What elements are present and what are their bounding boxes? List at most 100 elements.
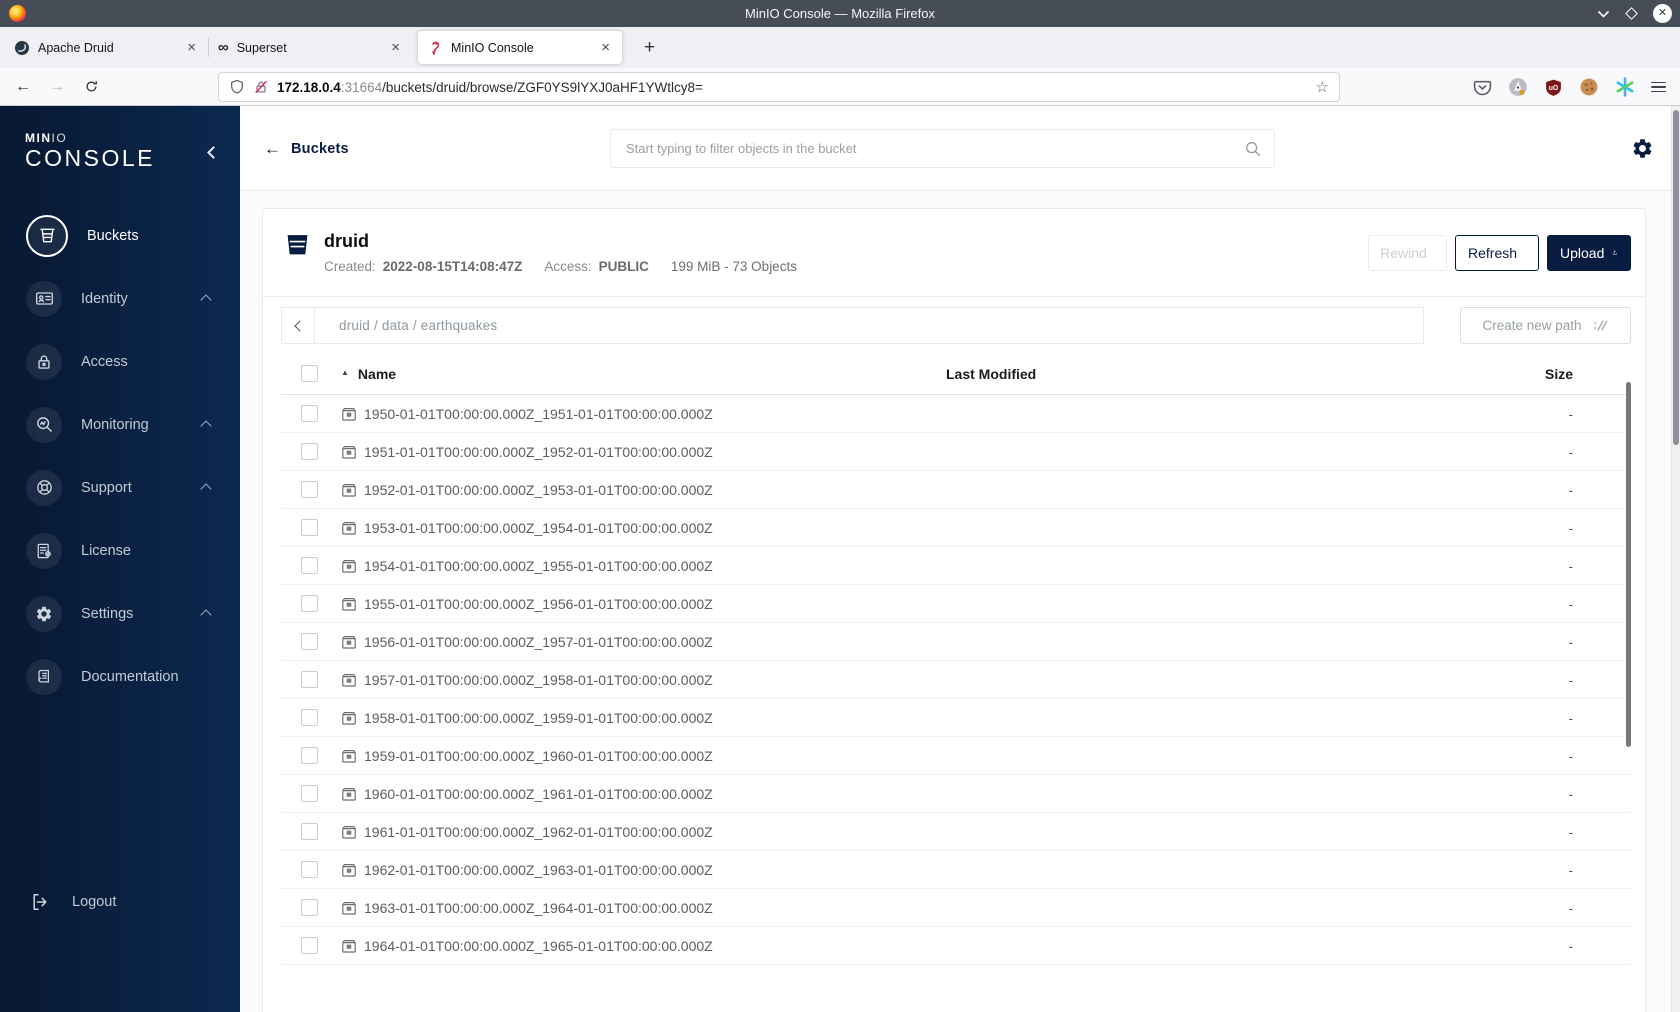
page-scrollbar-thumb[interactable] (1673, 110, 1679, 445)
sidebar-item-label: Access (81, 353, 128, 370)
row-checkbox[interactable] (301, 861, 318, 878)
sidebar-item-label: Buckets (87, 227, 139, 244)
menu-hamburger-icon[interactable] (1651, 81, 1666, 93)
cookie-extension-icon[interactable] (1579, 77, 1599, 97)
sidebar-item-license[interactable]: License (0, 519, 240, 582)
object-name: 1963-01-01T00:00:00.000Z_1964-01-01T00:0… (364, 899, 713, 916)
row-checkbox[interactable] (301, 785, 318, 802)
back-button[interactable]: ← (8, 73, 38, 101)
row-checkbox[interactable] (301, 595, 318, 612)
object-folder-icon (342, 521, 356, 535)
object-folder-icon (342, 597, 356, 611)
window-minimize-icon[interactable] (1597, 10, 1610, 18)
column-header-name[interactable]: ▲ Name (341, 366, 946, 382)
settings-gear-icon[interactable] (1631, 137, 1654, 160)
minio-logo: MINIO CONSOLE (0, 106, 240, 170)
chevron-up-icon[interactable] (200, 609, 212, 621)
tab-close-icon[interactable]: × (597, 39, 614, 56)
row-checkbox[interactable] (301, 937, 318, 954)
back-to-buckets-link[interactable]: ← Buckets (264, 106, 349, 191)
object-name: 1952-01-01T00:00:00.000Z_1953-01-01T00:0… (364, 481, 713, 498)
object-row[interactable]: 1950-01-01T00:00:00.000Z_1951-01-01T00:0… (281, 395, 1631, 433)
row-checkbox[interactable] (301, 747, 318, 764)
new-tab-button[interactable]: + (638, 38, 661, 57)
reload-button[interactable] (76, 73, 106, 101)
object-name: 1962-01-01T00:00:00.000Z_1963-01-01T00:0… (364, 861, 713, 878)
sidebar-item-buckets[interactable]: Buckets (0, 204, 240, 267)
tab-superset[interactable]: ∞ Superset × (208, 31, 412, 64)
row-checkbox[interactable] (301, 823, 318, 840)
row-checkbox[interactable] (301, 557, 318, 574)
tab-minio-console[interactable]: MinIO Console × (418, 31, 622, 64)
tracking-shield-icon[interactable] (229, 79, 245, 95)
create-new-path-label: Create new path (1482, 318, 1582, 333)
search-input[interactable] (611, 141, 1244, 156)
object-row[interactable]: 1957-01-01T00:00:00.000Z_1958-01-01T00:0… (281, 661, 1631, 699)
row-checkbox[interactable] (301, 405, 318, 422)
sidebar-item-monitoring[interactable]: Monitoring (0, 393, 240, 456)
object-folder-icon (342, 863, 356, 877)
forward-button[interactable]: → (42, 73, 72, 101)
object-row[interactable]: 1953-01-01T00:00:00.000Z_1954-01-01T00:0… (281, 509, 1631, 547)
object-size: - (1568, 709, 1573, 726)
sidebar-item-access[interactable]: Access (0, 330, 240, 393)
sidebar-item-logout[interactable]: Logout (0, 880, 240, 924)
url-bar[interactable]: 172.18.0.4:31664/buckets/druid/browse/ZG… (218, 72, 1340, 102)
window-maximize-icon[interactable] (1625, 7, 1638, 20)
object-row[interactable]: 1955-01-01T00:00:00.000Z_1956-01-01T00:0… (281, 585, 1631, 623)
sidebar-item-settings[interactable]: Settings (0, 582, 240, 645)
rewind-label: Rewind (1380, 244, 1427, 261)
chevron-up-icon[interactable] (200, 483, 212, 495)
object-row[interactable]: 1962-01-01T00:00:00.000Z_1963-01-01T00:0… (281, 851, 1631, 889)
sidebar-item-support[interactable]: Support (0, 456, 240, 519)
page-scrollbar[interactable] (1671, 106, 1680, 1012)
tab-close-icon[interactable]: × (183, 39, 200, 56)
tab-close-icon[interactable]: × (387, 39, 404, 56)
window-close-icon[interactable]: ✕ (1653, 4, 1672, 23)
object-folder-icon (342, 939, 356, 953)
upload-button[interactable]: Upload (1547, 234, 1631, 271)
pocket-extension-icon[interactable] (1473, 78, 1492, 97)
tab-apache-druid[interactable]: Apache Druid × (4, 31, 209, 64)
sidebar-item-identity[interactable]: Identity (0, 267, 240, 330)
object-row[interactable]: 1960-01-01T00:00:00.000Z_1961-01-01T00:0… (281, 775, 1631, 813)
object-row[interactable]: 1958-01-01T00:00:00.000Z_1959-01-01T00:0… (281, 699, 1631, 737)
object-row[interactable]: 1954-01-01T00:00:00.000Z_1955-01-01T00:0… (281, 547, 1631, 585)
object-row[interactable]: 1963-01-01T00:00:00.000Z_1964-01-01T00:0… (281, 889, 1631, 927)
row-checkbox[interactable] (301, 633, 318, 650)
row-checkbox[interactable] (301, 899, 318, 916)
chevron-up-icon[interactable] (200, 420, 212, 432)
sidebar-item-label: Support (81, 479, 132, 496)
refresh-button[interactable]: Refresh (1455, 234, 1539, 271)
sidebar-item-label: Monitoring (81, 416, 149, 433)
create-new-path-button[interactable]: Create new path (1460, 307, 1631, 344)
select-all-checkbox[interactable] (301, 365, 318, 382)
row-checkbox[interactable] (301, 481, 318, 498)
chevron-up-icon[interactable] (200, 294, 212, 306)
object-row[interactable]: 1951-01-01T00:00:00.000Z_1952-01-01T00:0… (281, 433, 1631, 471)
rewind-button[interactable]: Rewind (1368, 234, 1447, 271)
object-row[interactable]: 1959-01-01T00:00:00.000Z_1960-01-01T00:0… (281, 737, 1631, 775)
ublock-extension-icon[interactable]: uO (1544, 78, 1563, 97)
insecure-lock-icon[interactable] (253, 79, 269, 95)
row-checkbox[interactable] (301, 519, 318, 536)
bookmark-star-icon[interactable]: ☆ (1316, 78, 1329, 96)
sidebar-item-documentation[interactable]: Documentation (0, 645, 240, 708)
refresh-icon (1525, 252, 1526, 253)
object-row[interactable]: 1956-01-01T00:00:00.000Z_1957-01-01T00:0… (281, 623, 1631, 661)
object-row[interactable]: 1964-01-01T00:00:00.000Z_1965-01-01T00:0… (281, 927, 1631, 965)
table-scrollbar[interactable] (1626, 382, 1631, 747)
browser-tabbar: Apache Druid × ∞ Superset × MinIO Consol… (0, 27, 1680, 68)
object-row[interactable]: 1952-01-01T00:00:00.000Z_1953-01-01T00:0… (281, 471, 1631, 509)
asterisk-extension-icon[interactable] (1615, 77, 1635, 97)
row-checkbox[interactable] (301, 709, 318, 726)
bucket-summary: druid Created: 2022-08-15T14:08:47Z Acce… (263, 209, 1645, 297)
object-size: - (1568, 899, 1573, 916)
breadcrumb-back-button[interactable] (282, 308, 315, 343)
row-checkbox[interactable] (301, 671, 318, 688)
object-name: 1964-01-01T00:00:00.000Z_1965-01-01T00:0… (364, 937, 713, 954)
row-checkbox[interactable] (301, 443, 318, 460)
object-row[interactable]: 1961-01-01T00:00:00.000Z_1962-01-01T00:0… (281, 813, 1631, 851)
privacy-badger-extension-icon[interactable] (1508, 77, 1528, 97)
bucket-meta: Created: 2022-08-15T14:08:47Z Access: PU… (324, 259, 797, 274)
